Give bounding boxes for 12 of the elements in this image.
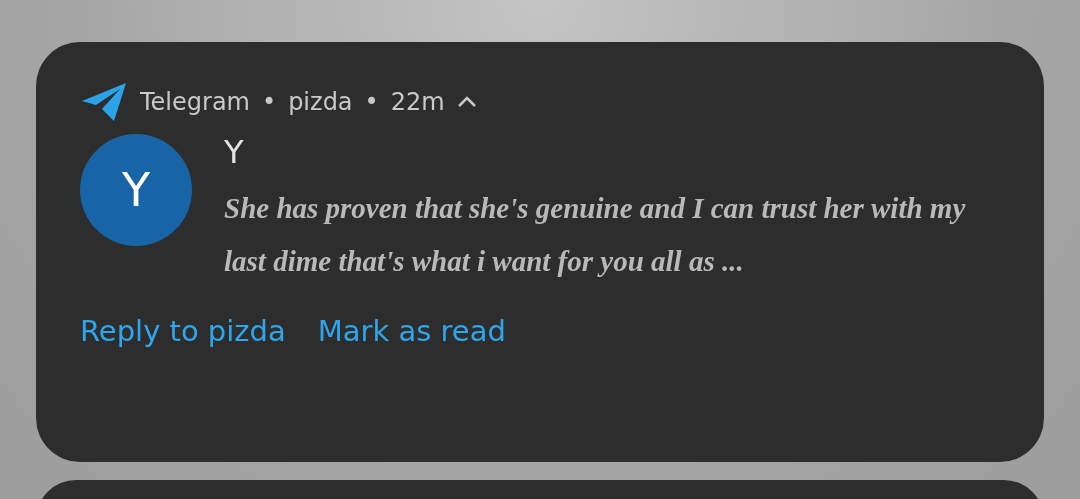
time-label: 22m (390, 88, 445, 116)
avatar: Y (80, 134, 192, 246)
paper-plane-icon (80, 81, 128, 123)
chat-name: pizda (288, 88, 353, 116)
app-name: Telegram (140, 88, 250, 116)
action-link[interactable]: Mark as read (317, 314, 506, 348)
action-link[interactable]: Reply to pizda (80, 314, 286, 348)
chevron-up-icon[interactable] (456, 96, 477, 108)
separator-dot: • (364, 88, 379, 116)
separator-dot: • (261, 88, 277, 116)
sender-name: Y (224, 132, 245, 173)
message-text: She has proven that she's genuine and I can trust her with my last dime that's what i want for you all as ... (224, 191, 967, 279)
